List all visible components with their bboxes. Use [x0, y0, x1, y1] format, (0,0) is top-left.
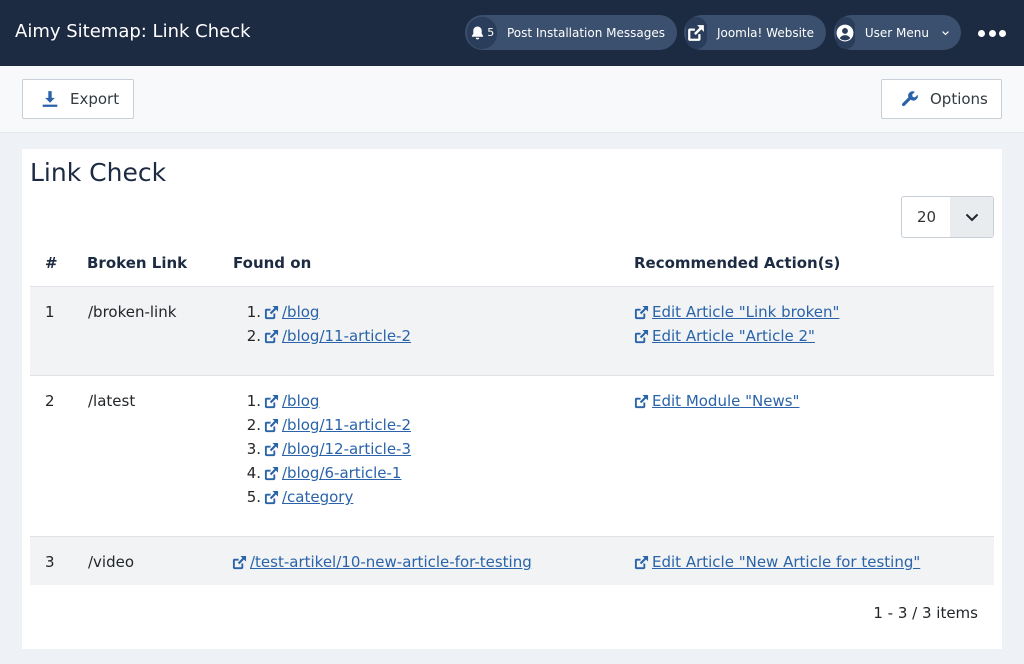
found-on-link[interactable]: /blog [264, 392, 319, 410]
external-link-icon [634, 394, 649, 409]
external-link-icon [634, 555, 649, 570]
external-link-icon [634, 305, 649, 320]
found-on-link[interactable]: /blog/11-article-2 [264, 416, 411, 434]
joomla-website-button[interactable]: Joomla! Website [684, 15, 826, 50]
found-on-link[interactable]: /blog/6-article-1 [264, 464, 401, 482]
chevron-down-icon [965, 213, 978, 221]
external-link-icon [232, 555, 247, 570]
post-installation-messages-button[interactable]: 5 Post Installation Messages [465, 15, 677, 50]
column-header-number: # [45, 254, 58, 272]
found-on-link[interactable]: /blog/12-article-3 [264, 440, 411, 458]
list-limit-select[interactable]: 20 [901, 196, 994, 238]
more-menu-icon[interactable] [978, 26, 1006, 40]
toolbar: Export Options [0, 66, 1024, 133]
external-link-icon [264, 466, 279, 481]
post-installation-messages-label: Post Installation Messages [506, 25, 665, 40]
notification-badge: 5 [467, 16, 497, 49]
found-on-link[interactable]: /test-artikel/10-new-article-for-testing [232, 553, 532, 571]
external-link-icon [264, 329, 279, 344]
external-link-icon [264, 442, 279, 457]
wrench-icon [901, 91, 918, 107]
external-link-icon [264, 394, 279, 409]
external-link-icon [634, 329, 649, 344]
user-menu-label: User Menu [864, 25, 929, 40]
column-header-actions: Recommended Action(s) [634, 254, 841, 272]
row-number: 3 [45, 553, 55, 571]
table-row: 1 /broken-link 1. /blog 2. /blog/11-arti… [30, 286, 994, 375]
app-header: Aimy Sitemap: Link Check 5 Post Installa… [0, 0, 1024, 66]
external-link-icon [264, 305, 279, 320]
column-header-found-on: Found on [233, 254, 312, 272]
broken-link: /video [88, 553, 135, 571]
chevron-down-icon [942, 30, 949, 35]
export-button[interactable]: Export [22, 79, 134, 119]
column-header-broken-link: Broken Link [87, 254, 188, 272]
page-title: Link Check [30, 158, 167, 187]
pagination-counter: 1 - 3 / 3 items [873, 604, 978, 622]
joomla-website-label: Joomla! Website [716, 25, 814, 40]
table-row: 2 /latest 1. /blog 2. /blog/11-article-2… [30, 375, 994, 536]
edit-article-link[interactable]: Edit Article "Link broken" [634, 303, 839, 321]
download-icon [42, 91, 58, 107]
found-on-link[interactable]: /category [264, 488, 353, 506]
external-link-icon [688, 24, 705, 41]
options-label: Options [930, 90, 988, 108]
row-number: 1 [45, 303, 55, 321]
export-label: Export [70, 90, 120, 108]
bell-icon [471, 25, 483, 39]
table-row: 3 /video /test-artikel/10-new-article-fo… [30, 536, 994, 585]
broken-link: /latest [88, 392, 136, 410]
edit-article-link[interactable]: Edit Article "Article 2" [634, 327, 815, 345]
found-on-link[interactable]: /blog/11-article-2 [264, 327, 411, 345]
list-limit-value: 20 [917, 208, 937, 226]
row-number: 2 [45, 392, 55, 410]
found-on-link[interactable]: /blog [264, 303, 319, 321]
external-link-icon [264, 418, 279, 433]
external-link-icon [264, 490, 279, 505]
message-count: 5 [487, 26, 495, 39]
edit-article-link[interactable]: Edit Article "New Article for testing" [634, 553, 920, 571]
options-button[interactable]: Options [881, 79, 1002, 119]
edit-module-link[interactable]: Edit Module "News" [634, 392, 799, 410]
link-check-card: Link Check 20 # Broken Link Found on Rec… [22, 149, 1002, 649]
user-icon [836, 24, 854, 41]
user-menu-button[interactable]: User Menu [834, 15, 961, 50]
app-title: Aimy Sitemap: Link Check [15, 21, 251, 42]
broken-link: /broken-link [88, 303, 177, 321]
